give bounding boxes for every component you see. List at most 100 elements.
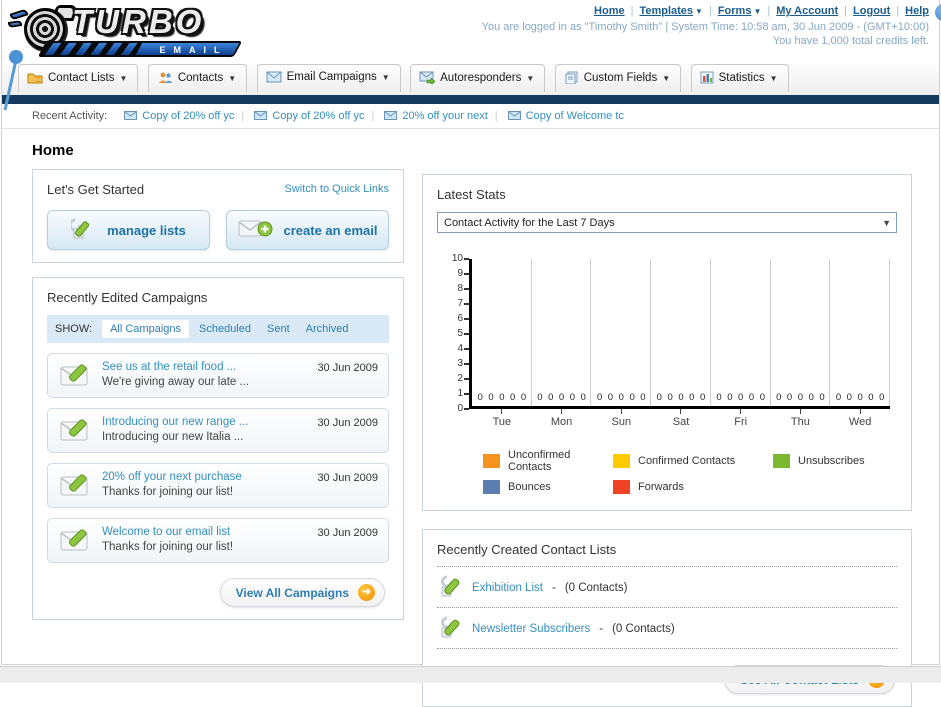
contact-list-link[interactable]: Exhibition List — [472, 582, 543, 594]
x-tick-label: Sat — [651, 409, 711, 428]
tab-contacts[interactable]: Contacts ▼ — [147, 64, 248, 92]
view-all-campaigns-button[interactable]: View All Campaigns ➜ — [219, 578, 385, 607]
x-tick-mark — [740, 409, 742, 414]
day-label: Tue — [492, 416, 512, 428]
campaign-date: 30 Jun 2009 — [317, 362, 378, 374]
y-tick-mark — [464, 348, 469, 350]
envelope-plus-icon — [238, 218, 274, 243]
chevron-down-icon: ▼ — [228, 74, 237, 83]
campaign-row[interactable]: Welcome to our email list Thanks for joi… — [47, 518, 389, 563]
filter-sent[interactable]: Sent — [267, 323, 290, 335]
contact-list-link[interactable]: Newsletter Subscribers — [472, 623, 590, 635]
day-label: Sat — [672, 416, 690, 428]
page-frame: TURBO EMAIL Home | Templates ▼ | Forms ▼ | My Ac… — [1, 0, 941, 707]
value-label: 0 — [776, 392, 782, 403]
logo-bar: EMAIL — [37, 41, 243, 57]
value-label: 0 — [656, 392, 662, 403]
chevron-down-icon: ▼ — [526, 74, 535, 83]
chevron-down-icon: ▼ — [662, 74, 671, 83]
gridline — [590, 259, 592, 406]
create-email-label: create an email — [283, 222, 378, 238]
contacts-icon — [157, 71, 173, 87]
tab-autoresponders[interactable]: Autoresponders ▼ — [410, 64, 546, 92]
navy-divider-bar — [2, 95, 939, 104]
pages-icon — [564, 71, 579, 87]
nav-link-help[interactable]: Help — [905, 5, 929, 17]
value-label: 0 — [640, 392, 646, 403]
value-label: 0 — [678, 392, 684, 403]
campaign-row[interactable]: See us at the retail food ... We're givi… — [47, 353, 389, 398]
legend-label: Unconfirmed Contacts — [508, 449, 571, 473]
legend-swatch — [483, 454, 500, 468]
tab-statistics[interactable]: Statistics ▼ — [690, 64, 789, 92]
x-tick-label: Sun — [591, 409, 651, 428]
value-label: 0 — [569, 392, 576, 403]
show-label: SHOW: — [55, 323, 93, 335]
value-label: 0 — [835, 392, 842, 403]
filter-scheduled[interactable]: Scheduled — [199, 323, 251, 335]
legend-swatch — [483, 480, 500, 494]
nav-link-logout[interactable]: Logout — [853, 5, 890, 17]
nav-link-home[interactable]: Home — [594, 5, 625, 17]
y-tick-label: 3 — [457, 358, 463, 369]
switch-quick-links-link[interactable]: Switch to Quick Links — [284, 183, 389, 195]
nav-link-my-account[interactable]: My Account — [776, 5, 838, 17]
activity-item-link[interactable]: 20% off your next — [402, 110, 487, 122]
contact-list-item[interactable]: Exhibition List - (0 Contacts) — [437, 567, 897, 608]
x-tick-label: Thu — [771, 409, 831, 428]
campaign-date: 30 Jun 2009 — [317, 472, 378, 484]
logo-subtitle: EMAIL — [159, 45, 228, 55]
legend-item: Unconfirmed Contacts — [483, 449, 613, 473]
activity-item-link[interactable]: Copy of Welcome tc — [526, 110, 624, 122]
nav-link-forms[interactable]: Forms — [718, 5, 752, 17]
day-label: Wed — [848, 416, 872, 428]
latest-stats-title: Latest Stats — [437, 187, 506, 202]
tab-label: Custom Fields — [583, 72, 658, 84]
tab-contact-lists[interactable]: Contact Lists ▼ — [18, 64, 139, 92]
nav-link-templates[interactable]: Templates — [639, 5, 693, 17]
tab-label: Statistics — [718, 72, 765, 84]
person-pencil-icon — [439, 574, 463, 601]
chevron-down-icon: ▼ — [695, 7, 703, 16]
contact-list-item[interactable]: Newsletter Subscribers - (0 Contacts) — [437, 608, 897, 649]
balloon-marker-left — [3, 50, 23, 111]
filter-all-campaigns[interactable]: All Campaigns — [102, 320, 189, 338]
activity-item-link[interactable]: Copy of 20% off yc — [272, 110, 364, 122]
contact-lists-title: Recently Created Contact Lists — [437, 542, 617, 557]
tab-email-campaigns[interactable]: Email Campaigns ▼ — [256, 64, 401, 92]
stats-period-select[interactable]: Contact Activity for the Last 7 Days ▼ — [437, 212, 897, 233]
value-labels: 00000 — [472, 392, 532, 403]
x-tick-mark — [501, 409, 503, 414]
activity-item-link[interactable]: Copy of 20% off yc — [142, 110, 234, 122]
value-label: 0 — [846, 392, 852, 403]
manage-lists-button[interactable]: manage lists — [47, 210, 210, 250]
tab-custom-fields[interactable]: Custom Fields ▼ — [554, 64, 682, 92]
filter-archived[interactable]: Archived — [306, 323, 349, 335]
envelope-pencil-icon — [60, 363, 92, 394]
campaign-subtitle: Introducing our new Italia ... — [102, 431, 244, 443]
value-label: 0 — [580, 392, 586, 403]
value-label: 0 — [499, 392, 505, 403]
envelope-icon — [507, 105, 521, 130]
login-status-text: You are logged in as "Timothy Smith" | S… — [481, 21, 929, 33]
contact-list-count: (0 Contacts) — [564, 581, 628, 594]
turbo-email-logo[interactable]: TURBO EMAIL — [7, 3, 248, 61]
x-tick-label: Mon — [532, 409, 592, 428]
value-label: 0 — [819, 392, 825, 403]
recently-edited-campaigns-panel: Recently Edited Campaigns SHOW: All Camp… — [32, 277, 404, 620]
recent-activity-label: Recent Activity: — [32, 110, 108, 122]
create-email-button[interactable]: create an email — [226, 210, 389, 250]
value-label: 0 — [558, 392, 565, 403]
legend-label: Bounces — [508, 481, 551, 493]
y-tick-label: 6 — [457, 313, 463, 324]
value-label: 0 — [786, 392, 793, 403]
y-tick-label: 4 — [457, 343, 463, 354]
envelope-pencil-icon — [60, 473, 92, 504]
campaign-row[interactable]: 20% off your next purchase Thanks for jo… — [47, 463, 389, 508]
value-label: 0 — [738, 392, 744, 403]
value-label: 0 — [857, 392, 863, 403]
person-pencil-icon — [439, 615, 463, 642]
y-tick-mark — [464, 333, 469, 335]
campaign-row[interactable]: Introducing our new range ... Introducin… — [47, 408, 389, 453]
value-label: 0 — [618, 392, 624, 403]
